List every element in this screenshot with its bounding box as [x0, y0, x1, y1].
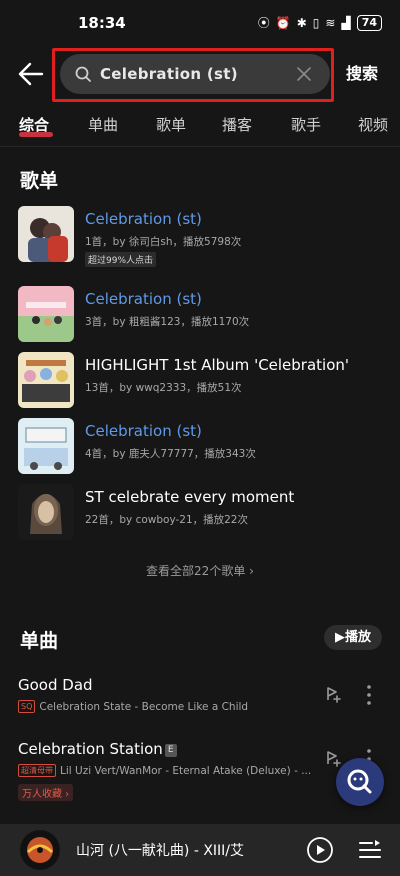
tab-songs[interactable]: 单曲 [88, 114, 118, 135]
playlist-meta: 13首，by wwq2333，播放51次 [85, 382, 242, 394]
tab-playlists[interactable]: 歌单 [156, 114, 186, 135]
search-assistant-icon [347, 769, 372, 794]
search-button[interactable]: 搜索 [346, 60, 378, 84]
play-all-button[interactable]: ▶播放 [324, 625, 382, 650]
status-bar: 18:34 ⦿ ⏰ ✱ ▯ ≋ ▟ 74 [0, 0, 400, 46]
playlist-title: Celebration (st) [85, 210, 202, 228]
playlist-cover [18, 484, 74, 540]
mini-player[interactable]: 山河 (八一献礼曲) - XIII/艾 [0, 824, 400, 876]
hd-icon: ⦿ [257, 16, 270, 30]
playlist-meta: 3首，by 粗粗酱123，播放1170次 [85, 316, 250, 328]
tab-videos[interactable]: 视频 [358, 114, 388, 135]
playlist-cover [18, 206, 74, 262]
playlist-title: Celebration (st) [85, 290, 202, 308]
search-icon [75, 66, 91, 82]
status-icons: ⦿ ⏰ ✱ ▯ ≋ ▟ 74 [258, 14, 382, 31]
playlist-queue-icon[interactable] [358, 838, 382, 862]
explicit-tag: E [164, 744, 177, 757]
playlist-title: Celebration (st) [85, 422, 202, 440]
song-subtitle: 超清母带 Lil Uzi Vert/WanMor - Eternal Atake… [18, 764, 311, 777]
playlist-cover [18, 418, 74, 474]
favorite-badge: 万人收藏 › [18, 784, 74, 801]
search-input-container[interactable]: Celebration (st) [60, 54, 330, 94]
playlist-item[interactable]: HIGHLIGHT 1st Album 'Celebration' 13首，by… [18, 352, 388, 412]
wifi-icon: ≋ [325, 15, 336, 30]
song-title: Celebration Station E [18, 740, 177, 758]
now-playing-title: 山河 (八一献礼曲) - XIII/艾 [76, 843, 245, 859]
song-title-text: Celebration Station [18, 740, 163, 758]
playlist-item[interactable]: Celebration (st) 4首，by 鹿夫人77777，播放343次 [18, 418, 388, 478]
playlist-meta: 1首，by 徐司白sh，播放5798次 [85, 236, 242, 248]
more-options-icon[interactable] [366, 684, 372, 706]
playlist-badge: 超过99%人点击 [85, 252, 157, 267]
playlist-title: HIGHLIGHT 1st Album 'Celebration' [85, 356, 350, 374]
now-playing-cover [20, 830, 60, 870]
song-subtitle: SQ Celebration State - Become Like a Chi… [18, 700, 248, 713]
alarm-icon: ⏰ [275, 15, 291, 30]
vibrate-icon: ▯ [312, 15, 320, 30]
battery-indicator: 74 [356, 14, 382, 31]
playlist-cover [18, 352, 74, 408]
quality-tag: SQ [18, 700, 36, 713]
signal-icon: ▟ [341, 15, 351, 30]
status-time: 18:34 [78, 14, 126, 32]
search-input[interactable]: Celebration (st) [100, 54, 238, 94]
search-header: Celebration (st) 搜索 [0, 46, 400, 102]
floating-search-assistant-button[interactable] [336, 758, 384, 806]
playlist-item[interactable]: ST celebrate every moment 22首，by cowboy-… [18, 484, 388, 544]
tab-artists[interactable]: 歌手 [291, 114, 321, 135]
add-to-playlist-icon[interactable] [323, 684, 343, 704]
songs-section-title: 单曲 [20, 630, 59, 652]
playlist-item[interactable]: Celebration (st) 1首，by 徐司白sh，播放5798次 超过9… [18, 206, 388, 267]
bluetooth-icon: ✱ [296, 15, 307, 30]
play-icon[interactable] [306, 836, 334, 864]
quality-tag: 超清母带 [18, 764, 56, 777]
back-arrow-icon[interactable] [16, 60, 44, 88]
divider [0, 146, 400, 147]
song-artist-album: Lil Uzi Vert/WanMor - Eternal Atake (Del… [60, 764, 312, 777]
playlist-item[interactable]: Celebration (st) 3首，by 粗粗酱123，播放1170次 [18, 286, 388, 346]
playlist-meta: 4首，by 鹿夫人77777，播放343次 [85, 448, 256, 460]
tab-overall[interactable]: 综合 [19, 114, 49, 135]
song-artist-album: Celebration State - Become Like a Child [39, 700, 249, 713]
playlist-title: ST celebrate every moment [85, 488, 295, 506]
tab-podcasts[interactable]: 播客 [222, 114, 252, 135]
song-title: Good Dad [18, 676, 93, 694]
view-all-playlists-link[interactable]: 查看全部22个歌单 › [0, 562, 400, 579]
playlists-section-title: 歌单 [20, 170, 59, 192]
result-tabs: 综合 单曲 歌单 播客 歌手 视频 [0, 110, 400, 146]
playlist-cover [18, 286, 74, 342]
playlist-meta: 22首，by cowboy-21，播放22次 [85, 514, 248, 526]
clear-icon[interactable] [296, 66, 312, 82]
